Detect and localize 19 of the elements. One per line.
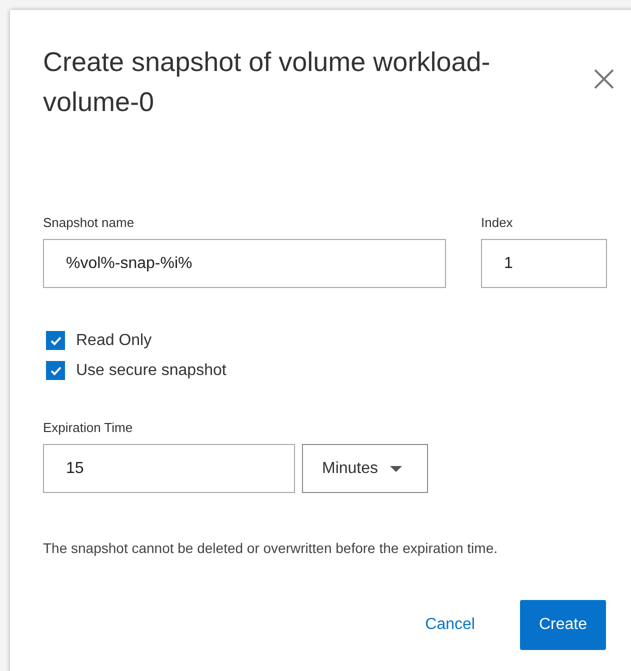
checkbox[interactable]	[46, 361, 65, 380]
dialog-title: Create snapshot of volume workload-volume-0	[43, 46, 492, 119]
snapshot-name-field[interactable]: %vol%-snap-%i%	[43, 239, 446, 288]
expiration-field[interactable]: 15	[43, 444, 295, 493]
create-button[interactable]: Create	[520, 600, 606, 650]
index-field[interactable]: 1	[481, 239, 607, 288]
check-icon	[50, 336, 62, 346]
close-button[interactable]	[592, 67, 616, 91]
checkbox-label: Read Only	[76, 332, 152, 350]
checkbox[interactable]	[46, 331, 65, 350]
unit-dropdown[interactable]: Minutes	[302, 444, 428, 493]
checkbox-label: Use secure snapshot	[76, 362, 226, 380]
caret-icon	[390, 466, 402, 472]
field-label: Expiration Time	[43, 420, 134, 435]
note-text: The snapshot cannot be deleted or overwritten before the expiration time.	[43, 540, 498, 556]
cancel-button[interactable]: Cancel	[406, 600, 494, 650]
check-icon	[50, 366, 62, 376]
field-label: Snapshot name	[43, 215, 136, 230]
field-label: Index	[481, 215, 514, 230]
